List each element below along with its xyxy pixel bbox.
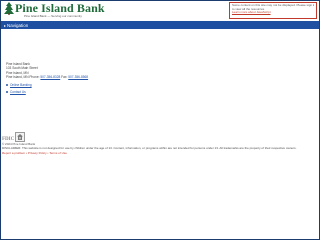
bank-logo[interactable]: Pine Island Bank Pine Island Bank — Serv… bbox=[4, 1, 124, 19]
footer-badges: FDIC bbox=[2, 131, 316, 142]
bank-tagline: Pine Island Bank — Serving our community bbox=[24, 14, 82, 18]
online-banking-link[interactable]: Online Banking bbox=[10, 83, 32, 87]
equal-housing-lender-icon[interactable] bbox=[15, 132, 25, 142]
navigation-toggle-label: Navigation bbox=[7, 22, 29, 28]
site-footer: FDIC © 2024 Pine Island Bank DISCLAIMER:… bbox=[2, 131, 316, 155]
list-item: Contact Us bbox=[6, 90, 306, 94]
bullet-icon bbox=[6, 91, 8, 94]
page-frame bbox=[0, 0, 320, 240]
fax-link[interactable]: 507-356-8568 bbox=[68, 75, 88, 79]
phone-label: Pine Island, MN Phone: bbox=[6, 75, 40, 80]
main-content: Pine Island Bank 103 South Main Street P… bbox=[6, 62, 306, 94]
fax-label: Fax: bbox=[61, 75, 68, 80]
notice-link[interactable]: Learn more about JavaScript bbox=[232, 11, 314, 15]
phone-link[interactable]: 507-356-8328 bbox=[40, 75, 60, 79]
pine-tree-icon bbox=[4, 2, 14, 15]
navigation-toggle-button[interactable]: ▸ Navigation bbox=[4, 22, 28, 28]
javascript-notice: Some content on this site may not be dis… bbox=[229, 2, 317, 19]
arrow-right-icon: ▸ bbox=[4, 22, 7, 28]
bullet-icon bbox=[6, 83, 8, 86]
navigation-bar: ▸ Navigation bbox=[1, 21, 319, 29]
fdic-logo[interactable]: FDIC bbox=[2, 135, 14, 142]
disclaimer-text: DISCLAIMER: This website is not designed… bbox=[2, 146, 297, 151]
site-header: Pine Island Bank Pine Island Bank — Serv… bbox=[1, 1, 319, 20]
contact-us-link[interactable]: Contact Us bbox=[10, 90, 26, 94]
footer-links[interactable]: Report a problem • Privacy Policy • Term… bbox=[2, 151, 316, 155]
